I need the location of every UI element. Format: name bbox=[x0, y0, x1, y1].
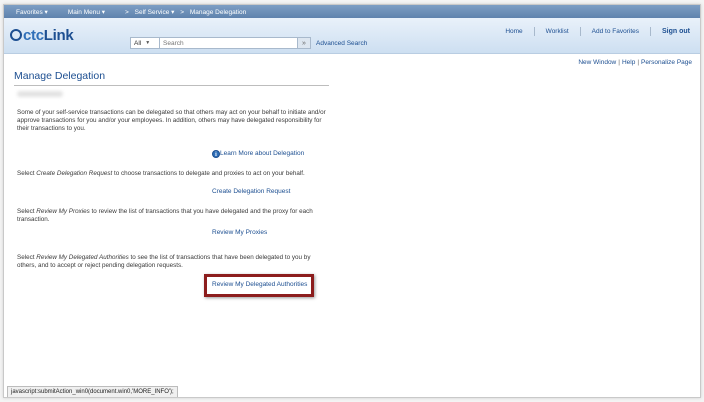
help-link[interactable]: Help bbox=[622, 59, 635, 66]
divider bbox=[14, 85, 329, 86]
favorites-menu[interactable]: Favorites ▾ bbox=[16, 8, 48, 16]
ctclink-logo[interactable]: ctcLink bbox=[10, 27, 74, 44]
breadcrumb-separator: > bbox=[125, 8, 129, 16]
chevron-down-icon: ▼ bbox=[145, 40, 151, 46]
breadcrumb-current: Manage Delegation bbox=[189, 8, 247, 16]
personalize-page-link[interactable]: Personalize Page bbox=[641, 59, 692, 66]
review-my-delegated-authorities-link[interactable]: Review My Delegated Authorities bbox=[212, 281, 307, 288]
search-bar: All▼ » Advanced Search bbox=[130, 37, 367, 49]
review-proxies-instruction: Select Review My Proxies to review the l… bbox=[17, 208, 313, 223]
page-title: Manage Delegation bbox=[14, 70, 106, 82]
learn-more-link[interactable]: i Learn More about Delegation bbox=[212, 150, 304, 158]
new-window-link[interactable]: New Window bbox=[578, 59, 616, 66]
review-my-proxies-link[interactable]: Review My Proxies bbox=[212, 229, 267, 236]
header-band: ctcLink Home Worklist Add to Favorites S… bbox=[4, 18, 700, 54]
gear-icon bbox=[10, 29, 22, 41]
create-instruction: Select Create Delegation Request to choo… bbox=[17, 170, 305, 177]
sign-out-link[interactable]: Sign out bbox=[651, 27, 692, 36]
browser-frame: Favorites ▾ Main Menu ▾ > Self Service ▾… bbox=[3, 4, 701, 398]
intro-text: Some of your self-service transactions c… bbox=[17, 109, 326, 132]
breadcrumb: > Self Service ▾ > Manage Delegation bbox=[121, 8, 246, 16]
breadcrumb-self-service[interactable]: Self Service ▾ bbox=[135, 9, 175, 16]
home-link[interactable]: Home bbox=[494, 27, 535, 36]
blurred-user-name bbox=[17, 91, 63, 97]
header-links: Home Worklist Add to Favorites Sign out bbox=[494, 27, 692, 36]
advanced-search-link[interactable]: Advanced Search bbox=[316, 40, 367, 47]
page-bar: New Window | Help | Personalize Page bbox=[578, 59, 692, 66]
info-icon: i bbox=[212, 150, 220, 158]
review-authorities-instruction: Select Review My Delegated Authorities t… bbox=[17, 254, 311, 269]
worklist-link[interactable]: Worklist bbox=[535, 27, 581, 36]
create-delegation-request-link[interactable]: Create Delegation Request bbox=[212, 188, 290, 195]
search-go-button[interactable]: » bbox=[298, 37, 311, 49]
browser-status-bar: javascript:submitAction_win0(document.wi… bbox=[7, 386, 178, 397]
breadcrumb-separator: > bbox=[180, 8, 185, 16]
top-nav-bar: Favorites ▾ Main Menu ▾ > Self Service ▾… bbox=[4, 5, 700, 18]
search-scope-select[interactable]: All ▼ bbox=[130, 37, 160, 49]
search-input[interactable] bbox=[160, 37, 298, 49]
main-menu[interactable]: Main Menu ▾ bbox=[68, 8, 105, 16]
add-to-favorites-link[interactable]: Add to Favorites bbox=[581, 27, 651, 36]
